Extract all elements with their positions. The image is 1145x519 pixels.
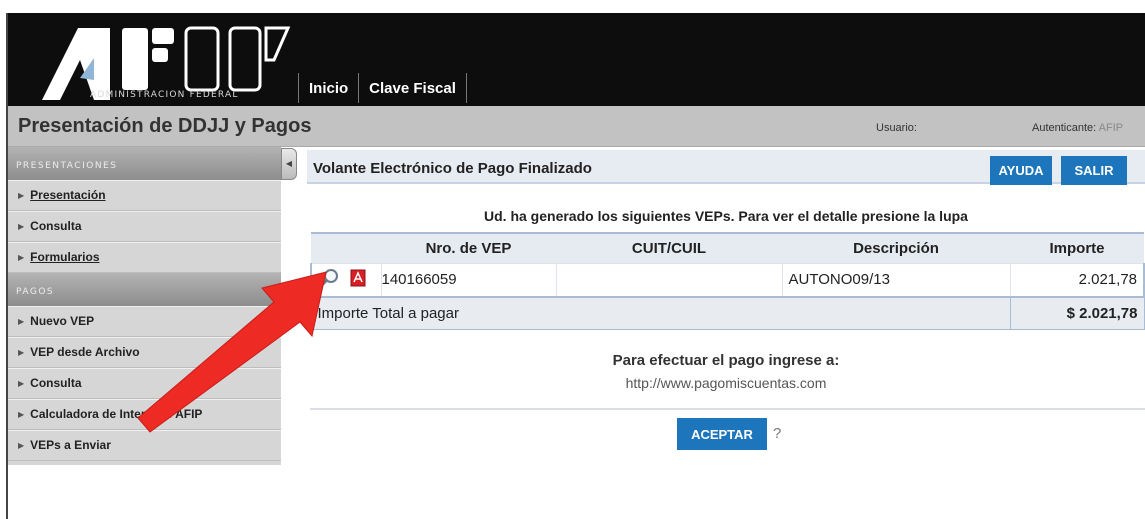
sidebar-item-label: Nuevo VEP <box>30 314 95 328</box>
sidebar-item-consulta-pagos[interactable]: ▶ Consulta <box>8 368 281 399</box>
chevron-right-icon: ▶ <box>18 253 25 262</box>
nav-clave-fiscal[interactable]: Clave Fiscal <box>359 80 466 97</box>
help-question-icon[interactable]: ? <box>773 425 781 442</box>
sidebar-item-label: VEPs a Enviar <box>30 438 111 452</box>
payment-instruction: Para efectuar el pago ingrese a: <box>612 352 840 369</box>
vep-table: Nro. de VEP CUIT/CUIL Descripción Import… <box>310 232 1145 330</box>
cell-nro-vep: 140166059 <box>380 262 557 298</box>
content-header: Volante Electrónico de Pago Finalizado A… <box>307 150 1145 185</box>
chevron-right-icon: ▶ <box>18 222 25 231</box>
sidebar-item-label: Consulta <box>30 376 82 390</box>
logo-f-shape <box>122 28 148 90</box>
header-descripcion: Descripción <box>782 232 1010 263</box>
sidebar-item-label: Formularios <box>30 250 100 264</box>
title-bar: Presentación de DDJJ y Pagos Usuario: Au… <box>8 106 1145 147</box>
total-value: $ 2.021,78 <box>1009 296 1145 330</box>
divider <box>310 408 1145 410</box>
ayuda-button[interactable]: AYUDA <box>990 156 1052 185</box>
autenticante-value: AFIP <box>1098 122 1124 134</box>
chevron-right-icon: ▶ <box>18 317 25 326</box>
sidebar-section-presentaciones: PRESENTACIONES <box>8 147 281 180</box>
logo-i-shape <box>184 26 220 92</box>
chevron-right-icon: ▶ <box>18 379 25 388</box>
pdf-icon[interactable] <box>350 269 366 291</box>
logo-p-shape <box>228 26 262 92</box>
content-title: Volante Electrónico de Pago Finalizado <box>313 160 592 177</box>
header-importe: Importe <box>1010 232 1144 263</box>
sidebar-item-formularios[interactable]: ▶ Formularios <box>8 242 281 273</box>
usuario-label: Usuario: <box>876 122 917 134</box>
total-label: Importe Total a pagar <box>310 296 1011 330</box>
total-row: Importe Total a pagar $ 2.021,78 <box>310 296 1145 330</box>
cell-descripcion: AUTONO09/13 <box>781 262 1011 298</box>
collapse-arrow-icon[interactable]: ◀ <box>281 148 297 180</box>
autenticante-label: Autenticante: <box>1032 122 1097 134</box>
chevron-right-icon: ▶ <box>18 348 25 357</box>
sidebar-item-calculadora[interactable]: ▶ Calculadora de Intereses AFIP <box>8 399 281 430</box>
nav-inicio[interactable]: Inicio <box>299 80 358 97</box>
logo-f-mid <box>152 48 168 62</box>
logo-p-slash <box>264 26 291 62</box>
cell-cuit <box>555 262 783 298</box>
logo-f-top <box>152 28 174 44</box>
sidebar-item-label: Consulta <box>30 219 82 233</box>
chevron-right-icon: ▶ <box>18 410 25 419</box>
header-cuit: CUIT/CUIL <box>556 232 782 263</box>
payment-info: Para efectuar el pago ingrese a: http://… <box>307 352 1145 391</box>
nav-separator <box>465 73 467 103</box>
afip-logo: ADMINISTRACION FEDERAL <box>30 18 300 106</box>
autenticante: Autenticante: AFIP <box>1032 122 1123 134</box>
chevron-right-icon: ▶ <box>18 191 25 200</box>
sidebar-item-presentacion[interactable]: ▶ Presentación <box>8 180 281 211</box>
magnifier-icon[interactable] <box>320 268 340 292</box>
instruction-message: Ud. ha generado los siguientes VEPs. Par… <box>484 208 968 224</box>
magnifier-icon-svg <box>320 268 338 287</box>
chevron-right-icon: ▶ <box>18 441 25 450</box>
sidebar-item-label: VEP desde Archivo <box>30 345 140 359</box>
top-margin <box>0 0 1145 13</box>
sidebar-item-veps-a-enviar[interactable]: ▶ VEPs a Enviar <box>8 430 281 461</box>
salir-button[interactable]: SALIR <box>1061 156 1127 185</box>
sidebar-item-vep-desde-archivo[interactable]: ▶ VEP desde Archivo <box>8 337 281 368</box>
sidebar: PRESENTACIONES ▶ Presentación ▶ Consulta ▶… <box>8 147 281 465</box>
table-row: 140166059 AUTONO09/13 2.021,78 <box>310 262 1145 298</box>
page-title: Presentación de DDJJ y Pagos <box>18 115 312 137</box>
cell-importe: 2.021,78 <box>1009 262 1145 298</box>
left-window-edge <box>0 13 8 519</box>
sidebar-item-consulta[interactable]: ▶ Consulta <box>8 211 281 242</box>
table-header-row: Nro. de VEP CUIT/CUIL Descripción Import… <box>311 232 1144 263</box>
header: ADMINISTRACION FEDERAL Inicio Clave Fisc… <box>8 13 1145 106</box>
aceptar-button[interactable]: ACEPTAR <box>677 418 767 450</box>
header-icons <box>311 232 381 263</box>
payment-url[interactable]: http://www.pagomiscuentas.com <box>307 375 1145 391</box>
logo-caption: ADMINISTRACION FEDERAL <box>90 90 239 100</box>
pdf-icon-svg <box>350 269 366 287</box>
sidebar-item-label: Calculadora de Intereses AFIP <box>30 407 203 421</box>
row-icons <box>310 262 382 298</box>
header-nro-vep: Nro. de VEP <box>381 232 556 263</box>
sidebar-item-nuevo-vep[interactable]: ▶ Nuevo VEP <box>8 306 281 337</box>
sidebar-item-label: Presentación <box>30 188 106 202</box>
sidebar-section-pagos: PAGOS <box>8 273 281 306</box>
top-nav: Inicio Clave Fiscal <box>298 73 467 103</box>
